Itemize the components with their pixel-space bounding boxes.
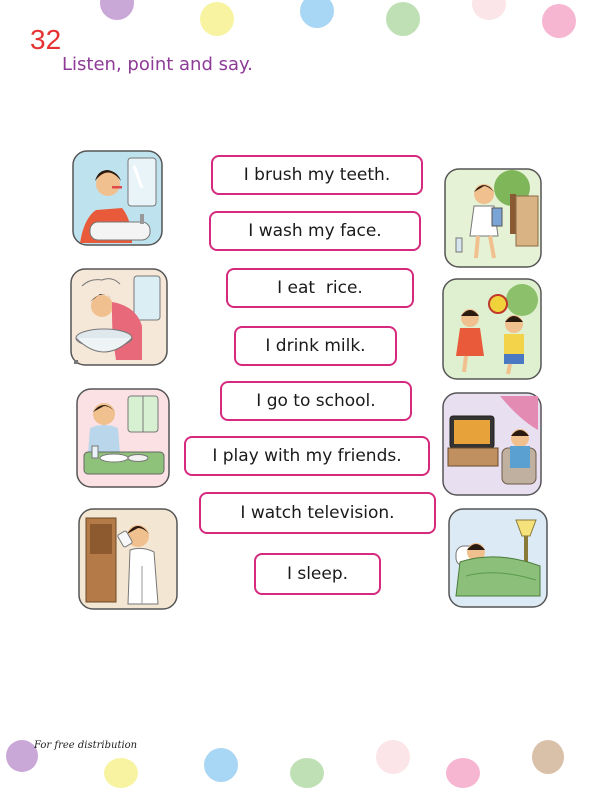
eating-rice-picture [76, 388, 170, 488]
sentence-box: I eat rice. [226, 268, 414, 308]
drinking-milk-picture [78, 508, 178, 610]
decorative-dot [542, 4, 576, 38]
decorative-dot [200, 2, 234, 36]
sentence-box: I watch television. [199, 492, 436, 534]
sentence-box: I wash my face. [209, 211, 421, 251]
sentence-box: I drink milk. [234, 326, 397, 366]
brushing-teeth-picture [72, 150, 163, 246]
decorative-dot [532, 740, 564, 774]
decorative-dot [386, 2, 420, 36]
sentence-box: I sleep. [254, 553, 381, 595]
sentence-box: I play with my friends. [184, 436, 430, 476]
playing-with-friends-picture [442, 278, 542, 380]
decorative-dot [376, 740, 410, 774]
going-to-school-picture [444, 168, 542, 268]
sentence-box: I go to school. [220, 381, 412, 421]
decorative-dot [100, 0, 134, 20]
decorative-dot [446, 758, 480, 788]
page-number: 32 [30, 24, 62, 55]
watching-television-picture [442, 392, 542, 496]
decorative-dot [104, 758, 138, 788]
footer-text: For free distribution [34, 740, 138, 751]
decorative-dot [290, 758, 324, 788]
decorative-dot [472, 0, 506, 20]
sleeping-picture [448, 508, 548, 608]
instruction-heading: Listen, point and say. [62, 54, 253, 75]
decorative-dot [204, 748, 238, 782]
sentence-box: I brush my teeth. [211, 155, 423, 195]
washing-face-picture [70, 268, 168, 366]
decorative-dot [300, 0, 334, 28]
